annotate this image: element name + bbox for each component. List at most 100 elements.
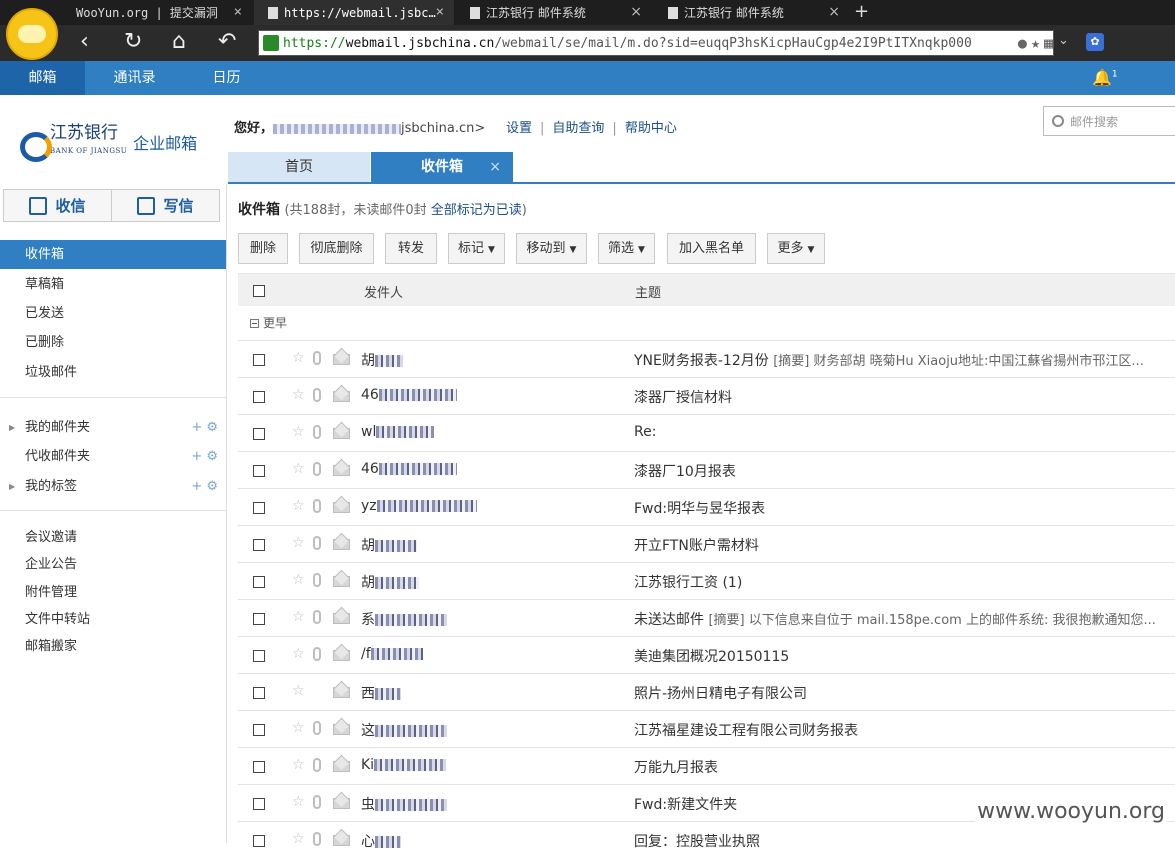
row-checkbox[interactable] (253, 391, 265, 403)
column-subject[interactable]: 主题 (635, 282, 661, 301)
row-checkbox[interactable] (253, 576, 265, 588)
close-tab-icon[interactable]: × (489, 152, 501, 183)
row-subject[interactable]: 开立FTN账户需材料 (634, 535, 759, 555)
brand-logo[interactable]: 江苏银行 BANK OF JIANGSU 企业邮箱 (18, 124, 197, 162)
row-from[interactable]: 西 (361, 683, 401, 703)
row-from[interactable]: 46 (361, 387, 457, 403)
back-icon[interactable]: ‹ (80, 31, 89, 53)
sidebar-item-proxy-folders[interactable]: 代收邮件夹 + ⚙ (0, 442, 226, 471)
compose-button[interactable]: 写信 (112, 190, 219, 221)
row-subject[interactable]: 江苏银行工资 (1) (634, 572, 742, 592)
self-query-link[interactable]: 自助查询 (552, 121, 604, 136)
help-link[interactable]: 帮助中心 (625, 121, 677, 136)
row-checkbox[interactable] (253, 798, 265, 810)
sidebar-item-file-transfer[interactable]: 文件中转站 (0, 605, 226, 634)
star-icon[interactable]: ☆ (292, 535, 305, 551)
new-tab-icon[interactable]: + (854, 1, 869, 22)
row-from[interactable]: Ki (361, 757, 447, 773)
close-tab-icon[interactable]: × (828, 4, 840, 20)
star-icon[interactable]: ☆ (292, 461, 305, 477)
browser-tab-2[interactable]: https://webmail.jsbc… × (254, 0, 454, 25)
extension-icon[interactable]: ✿ (1086, 33, 1104, 51)
mail-row[interactable]: ☆ 西 照片-扬州日精电子有限公司 (238, 673, 1175, 710)
row-from[interactable]: yz (361, 498, 477, 514)
nav-calendar[interactable]: 日历 (184, 61, 269, 95)
tab-home[interactable]: 首页 (228, 152, 370, 183)
mail-row[interactable]: ☆ 46 漆器厂授信材料 (238, 377, 1175, 414)
mail-row[interactable]: ☆ yz Fwd:明华与昱华报表 (238, 488, 1175, 525)
nav-contacts[interactable]: 通讯录 (92, 61, 177, 95)
star-icon[interactable]: ☆ (292, 757, 305, 773)
settings-link[interactable]: 设置 (506, 121, 532, 136)
browser-tab-4[interactable]: 江苏银行 邮件系统 × (654, 0, 850, 25)
expand-icon[interactable]: ▶ (9, 472, 15, 501)
row-subject[interactable]: 回复：控股营业执照 (634, 831, 760, 851)
browser-logo-icon[interactable] (6, 8, 58, 60)
mail-row[interactable]: ☆ /f 美迪集团概况20150115 (238, 636, 1175, 673)
row-subject[interactable]: Fwd:新建文件夹 (634, 794, 737, 814)
tab-inbox[interactable]: 收件箱 × (371, 152, 513, 183)
undo-icon[interactable]: ↶ (218, 31, 236, 53)
delete-permanently-button[interactable]: 彻底删除 (299, 233, 374, 264)
row-checkbox[interactable] (253, 428, 265, 440)
row-checkbox[interactable] (253, 465, 265, 477)
sidebar-item-sent[interactable]: 已发送 (0, 299, 226, 328)
row-checkbox[interactable] (253, 502, 265, 514)
row-checkbox[interactable] (253, 354, 265, 366)
browser-tab-3[interactable]: 江苏银行 邮件系统 × (456, 0, 652, 25)
receive-button[interactable]: 收信 (4, 190, 112, 221)
star-icon[interactable]: ☆ (292, 387, 305, 403)
sidebar-item-announcements[interactable]: 企业公告 (0, 550, 226, 579)
add-settings-icons[interactable]: + ⚙ (191, 472, 218, 501)
mark-all-read-link[interactable]: 全部标记为已读 (431, 203, 522, 218)
row-subject[interactable]: Fwd:明华与昱华报表 (634, 498, 765, 518)
row-from[interactable]: 胡 (361, 535, 417, 555)
search-input[interactable]: 邮件搜索 (1043, 106, 1175, 136)
sidebar-item-deleted[interactable]: 已删除 (0, 328, 226, 357)
row-checkbox[interactable] (253, 539, 265, 551)
sidebar-item-spam[interactable]: 垃圾邮件 (0, 358, 226, 387)
forward-button[interactable]: 转发 (385, 233, 437, 264)
close-tab-icon[interactable]: × (234, 4, 242, 20)
sidebar-item-mailbox-move[interactable]: 邮箱搬家 (0, 632, 226, 661)
row-subject[interactable]: Re: (634, 424, 656, 440)
mail-row[interactable]: ☆ 系 未送达邮件 [摘要] 以下信息来自位于 mail.158pe.com 上的邮… (238, 599, 1175, 636)
mail-row[interactable]: ☆ 胡 江苏银行工资 (1) (238, 562, 1175, 599)
browser-tab-1[interactable]: WooYun.org | 提交漏洞 × (62, 0, 252, 25)
row-from[interactable]: 虫 (361, 794, 447, 814)
dropdown-icon[interactable]: ⌄ (1058, 33, 1069, 48)
more-dropdown[interactable]: 更多 ▼ (767, 233, 825, 264)
star-icon[interactable]: ☆ (292, 831, 305, 847)
row-from[interactable]: 这 (361, 720, 447, 740)
row-subject[interactable]: 照片-扬州日精电子有限公司 (634, 683, 807, 703)
filter-dropdown[interactable]: 筛选 ▼ (598, 233, 655, 264)
group-earlier[interactable]: 更早 (250, 314, 287, 331)
close-tab-icon[interactable]: × (630, 4, 642, 20)
sidebar-item-my-tags[interactable]: ▶ 我的标签 + ⚙ (0, 472, 226, 501)
row-from[interactable]: wl (361, 424, 435, 440)
mail-row[interactable]: ☆ 胡 YNE财务报表-12月份 [摘要] 财务部胡 晓菊Hu Xiaoju地址:中… (238, 340, 1175, 377)
delete-button[interactable]: 删除 (238, 233, 288, 264)
cookie-icon[interactable]: ● (1018, 34, 1027, 52)
row-from[interactable]: /f (361, 646, 423, 662)
row-checkbox[interactable] (253, 835, 265, 847)
row-checkbox[interactable] (253, 650, 265, 662)
nav-mail[interactable]: 邮箱 (0, 61, 85, 95)
mail-row[interactable]: ☆ wl Re: (238, 414, 1175, 451)
sidebar-item-drafts[interactable]: 草稿箱 (0, 270, 226, 299)
star-icon[interactable]: ☆ (292, 424, 305, 440)
row-from[interactable]: 46 (361, 461, 457, 477)
select-all-checkbox[interactable] (253, 285, 265, 297)
row-checkbox[interactable] (253, 687, 265, 699)
close-tab-icon[interactable]: × (436, 4, 444, 20)
star-icon[interactable]: ☆ (292, 572, 305, 588)
star-icon[interactable]: ☆ (292, 794, 305, 810)
star-icon[interactable]: ☆ (292, 498, 305, 514)
sidebar-item-meetings[interactable]: 会议邀请 (0, 523, 226, 552)
row-subject[interactable]: YNE财务报表-12月份 [摘要] 财务部胡 晓菊Hu Xiaoju地址:中国江… (634, 350, 1144, 370)
home-icon[interactable]: ⌂ (172, 31, 186, 53)
row-checkbox[interactable] (253, 613, 265, 625)
row-subject[interactable]: 漆器厂授信材料 (634, 387, 732, 407)
star-icon[interactable]: ☆ (292, 350, 305, 366)
row-checkbox[interactable] (253, 761, 265, 773)
